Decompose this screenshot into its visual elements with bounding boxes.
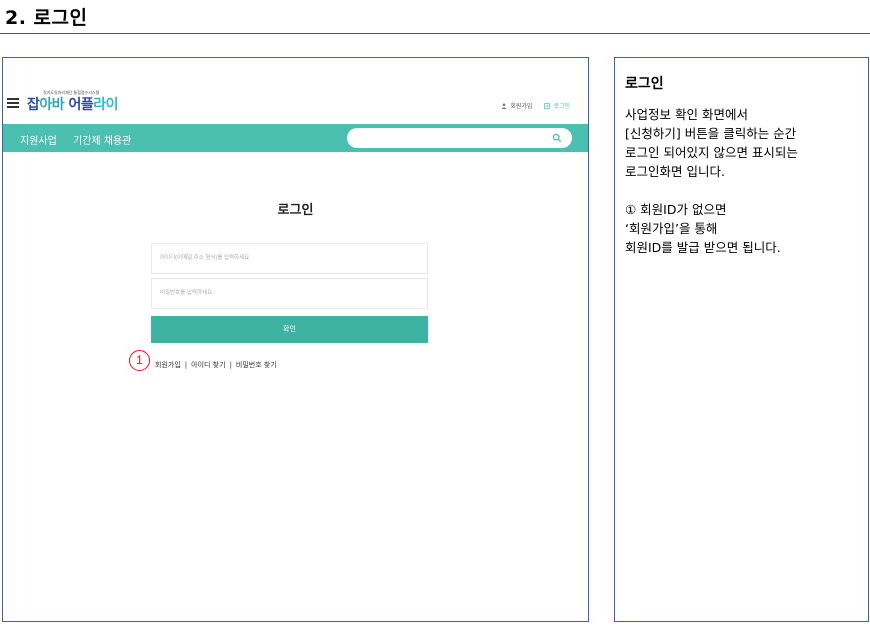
link-separator: · — [537, 102, 540, 109]
nav-item-support[interactable]: 지원사업 — [20, 132, 57, 147]
user-icon — [501, 102, 507, 109]
site-header: 경기도일자리재단 통합접수시스템 잡아바 어플라이 회원가입 · 로그인 — [3, 58, 588, 124]
logo-part-4: 라이 — [93, 97, 119, 113]
description-panel: 로그인 사업정보 확인 화면에서 [신청하기] 버튼을 클릭하는 순간 로그인 … — [614, 57, 869, 622]
find-password-link[interactable]: 비밀번호 찾기 — [236, 361, 277, 369]
login-link[interactable]: 로그인 — [553, 101, 570, 110]
link-divider: | — [184, 361, 188, 369]
signup-link-bottom[interactable]: 회원가입 — [155, 361, 181, 369]
link-divider: | — [229, 361, 232, 369]
login-icon — [544, 102, 551, 109]
description-title: 로그인 — [625, 76, 664, 92]
search-icon[interactable] — [552, 133, 562, 143]
confirm-button[interactable]: 확인 — [151, 316, 428, 343]
id-input[interactable]: 아이디(이메일 주소 형식)를 입력하세요. — [151, 243, 428, 274]
description-body: 사업정보 확인 화면에서 [신청하기] 버튼을 클릭하는 순간 로그인 되어있지… — [625, 107, 798, 255]
title-divider — [0, 33, 870, 34]
site-logo[interactable]: 잡아바 어플라이 — [27, 94, 119, 114]
find-id-link[interactable]: 아이디 찾기 — [191, 361, 225, 369]
signup-link[interactable]: 회원가입 — [510, 101, 532, 110]
screenshot-frame: 경기도일자리재단 통합접수시스템 잡아바 어플라이 회원가입 · 로그인 지원사… — [2, 57, 589, 622]
password-input[interactable]: 비밀번호를 입력하세요. — [151, 278, 428, 309]
login-heading: 로그인 — [277, 203, 314, 218]
search-input[interactable] — [347, 128, 572, 148]
logo-part-3: 어플 — [64, 97, 94, 113]
logo-part-2: 아바 — [39, 97, 65, 113]
annotation-marker: 1 — [129, 350, 150, 371]
top-links: 회원가입 · 로그인 — [501, 101, 570, 110]
main-navbar: 지원사업 기간제 채용관 — [3, 124, 588, 152]
menu-icon[interactable] — [7, 98, 19, 108]
document-title: 2. 로그인 — [5, 7, 88, 29]
account-links: 회원가입 | 아이디 찾기 | 비밀번호 찾기 — [155, 360, 277, 370]
nav-item-recruitment[interactable]: 기간제 채용관 — [73, 132, 131, 147]
logo-part-1: 잡 — [27, 97, 40, 113]
